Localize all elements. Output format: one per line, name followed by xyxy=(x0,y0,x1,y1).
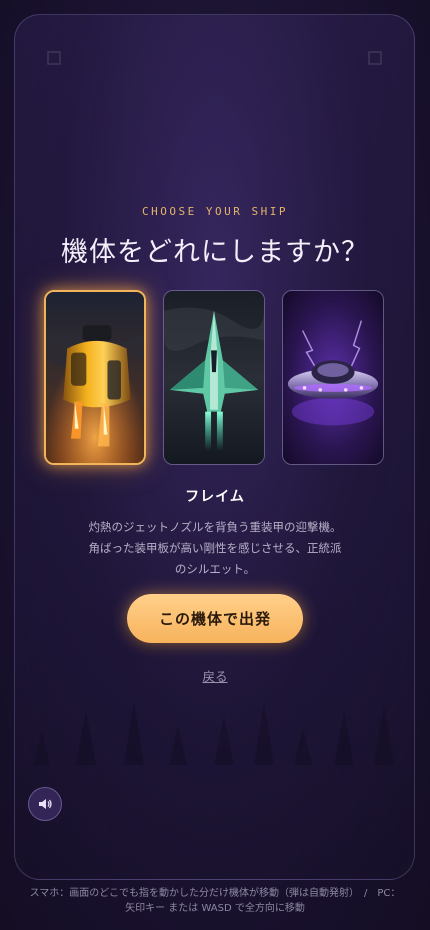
ship-card-jet[interactable] xyxy=(163,290,265,465)
screen-title: 機体をどれにしますか？ xyxy=(61,237,369,268)
game-page: CHOOSE YOUR SHIP 機体をどれにしますか？ フレイム 灼熱のジェッ… xyxy=(0,0,430,930)
faint-corner-icon xyxy=(47,51,61,65)
description-line: 灼熱のジェットノズルを背負う重装甲の迎撃機。 xyxy=(88,520,342,534)
faint-corner-icon xyxy=(368,51,382,65)
description-line: 角ばった装甲板が高い剛性を感じさせる、正統派 xyxy=(88,541,342,555)
selected-ship-name: フレイム xyxy=(185,489,245,505)
ship-card-ufo[interactable] xyxy=(282,290,384,465)
speaker-icon xyxy=(39,799,52,809)
selected-ship-description: 灼熱のジェットノズルを背負う重装甲の迎撃機。 角ばった装甲板が高い剛性を感じさせ… xyxy=(75,517,355,580)
sound-toggle-button[interactable] xyxy=(28,787,62,821)
controls-help-text: スマホ：画面のどこでも指を動かした分だけ機体が移動（弾は自動発射） / PC： … xyxy=(10,886,420,916)
screen-subtitle: CHOOSE YOUR SHIP xyxy=(142,205,288,218)
help-line: 矢印キー または WASD で全方向に移動 xyxy=(125,903,305,914)
description-line: のシルエット。 xyxy=(174,562,256,576)
green-jet-fighter-image xyxy=(164,291,264,464)
purple-ufo-image xyxy=(283,291,383,464)
ship-card-flame[interactable] xyxy=(44,290,146,465)
yellow-rocket-ship-image xyxy=(46,292,144,463)
forest-silhouette xyxy=(34,700,394,765)
launch-button[interactable]: この機体で出発 xyxy=(127,594,303,643)
help-line: スマホ：画面のどこでも指を動かした分だけ機体が移動（弾は自動発射） / PC： xyxy=(29,888,401,899)
back-link[interactable]: 戻る xyxy=(0,666,430,685)
